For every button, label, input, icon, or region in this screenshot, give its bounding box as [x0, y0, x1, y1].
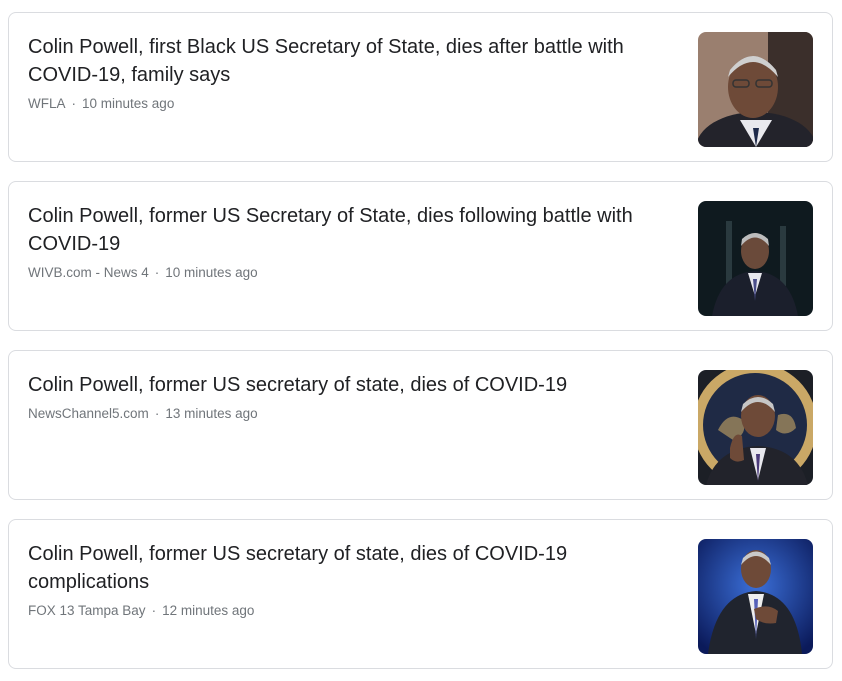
news-feed: Colin Powell, first Black US Secretary o… [0, 0, 842, 681]
news-meta: FOX 13 Tampa Bay · 12 minutes ago [28, 602, 678, 620]
news-time: 13 minutes ago [165, 406, 258, 421]
news-card-text: Colin Powell, former US Secretary of Sta… [28, 202, 678, 282]
news-headline[interactable]: Colin Powell, former US Secretary of Sta… [28, 202, 678, 258]
news-card[interactable]: Colin Powell, former US secretary of sta… [8, 350, 833, 500]
news-meta: NewsChannel5.com · 13 minutes ago [28, 405, 678, 423]
news-source: FOX 13 Tampa Bay [28, 603, 146, 618]
news-thumbnail-image [698, 370, 813, 485]
meta-separator: · [154, 406, 160, 421]
news-time: 10 minutes ago [82, 96, 175, 111]
news-meta: WIVB.com - News 4 · 10 minutes ago [28, 264, 678, 282]
news-time: 12 minutes ago [162, 603, 255, 618]
news-photo-icon[interactable] [698, 539, 813, 654]
news-photo-icon[interactable] [698, 370, 813, 485]
news-card[interactable]: Colin Powell, former US secretary of sta… [8, 519, 833, 669]
news-photo-icon[interactable] [698, 201, 813, 316]
news-time: 10 minutes ago [165, 265, 258, 280]
news-card-text: Colin Powell, former US secretary of sta… [28, 371, 678, 423]
news-card-text: Colin Powell, former US secretary of sta… [28, 540, 678, 620]
news-card[interactable]: Colin Powell, first Black US Secretary o… [8, 12, 833, 162]
news-photo-icon[interactable] [698, 32, 813, 147]
news-headline[interactable]: Colin Powell, former US secretary of sta… [28, 540, 678, 596]
news-card[interactable]: Colin Powell, former US Secretary of Sta… [8, 181, 833, 331]
news-headline[interactable]: Colin Powell, first Black US Secretary o… [28, 33, 678, 89]
news-thumbnail-image [698, 539, 813, 654]
news-source: WFLA [28, 96, 66, 111]
news-card-text: Colin Powell, first Black US Secretary o… [28, 33, 678, 113]
news-source: NewsChannel5.com [28, 406, 149, 421]
meta-separator: · [151, 603, 157, 618]
news-headline[interactable]: Colin Powell, former US secretary of sta… [28, 371, 678, 399]
news-meta: WFLA · 10 minutes ago [28, 95, 678, 113]
meta-separator: · [154, 265, 160, 280]
news-thumbnail-image [698, 32, 813, 147]
news-source: WIVB.com - News 4 [28, 265, 149, 280]
news-thumbnail-image [698, 201, 813, 316]
meta-separator: · [71, 96, 77, 111]
